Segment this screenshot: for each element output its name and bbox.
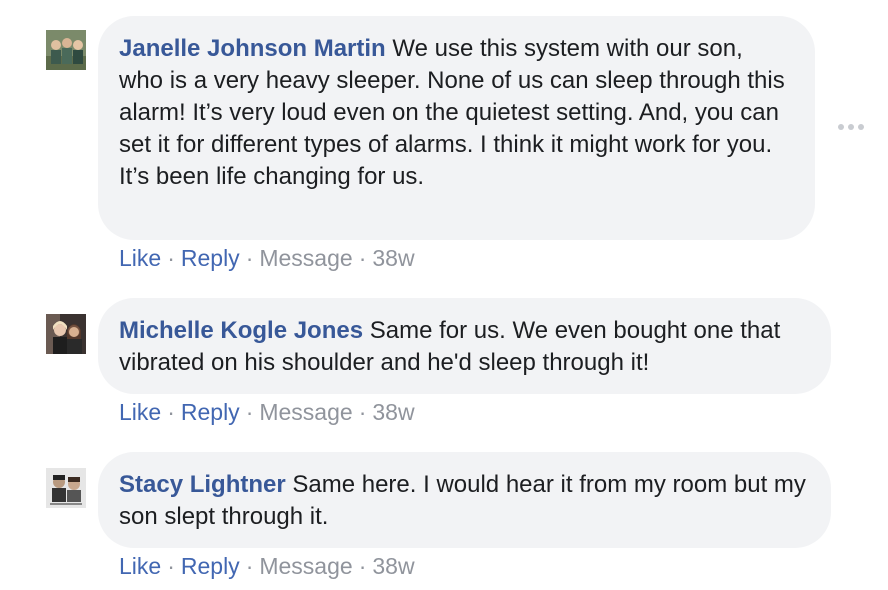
comment-actions: Like · Reply · Message · 38w [119, 552, 415, 580]
message-link[interactable]: Message [259, 245, 352, 271]
timestamp[interactable]: 38w [372, 553, 414, 579]
reply-link[interactable]: Reply [181, 553, 240, 579]
comment-bubble: Stacy Lightner Same here. I would hear i… [98, 452, 831, 548]
avatar-michelle[interactable] [46, 314, 86, 354]
comment-author[interactable]: Stacy Lightner [119, 471, 286, 498]
message-link[interactable]: Message [259, 553, 352, 579]
separator: · [167, 399, 175, 425]
timestamp[interactable]: 38w [372, 245, 414, 271]
comment-bubble: Janelle Johnson Martin We use this syste… [98, 16, 815, 240]
comment-author[interactable]: Michelle Kogle Jones [119, 317, 363, 344]
separator: · [245, 245, 254, 271]
more-options-icon[interactable] [838, 120, 864, 134]
like-link[interactable]: Like [119, 553, 161, 579]
comment-bubble: Michelle Kogle Jones Same for us. We eve… [98, 298, 831, 394]
like-link[interactable]: Like [119, 399, 161, 425]
separator: · [167, 553, 175, 579]
separator: · [358, 399, 367, 425]
separator: · [245, 399, 254, 425]
separator: · [358, 245, 367, 271]
avatar-stacy[interactable] [46, 468, 86, 508]
timestamp[interactable]: 38w [372, 399, 414, 425]
message-link[interactable]: Message [259, 399, 352, 425]
comment-actions: Like · Reply · Message · 38w [119, 398, 415, 426]
separator: · [245, 553, 254, 579]
separator: · [167, 245, 175, 271]
comment-author[interactable]: Janelle Johnson Martin [119, 35, 386, 62]
avatar-janelle[interactable] [46, 30, 86, 70]
reply-link[interactable]: Reply [181, 245, 240, 271]
separator: · [358, 553, 367, 579]
comment-actions: Like · Reply · Message · 38w [119, 244, 415, 272]
like-link[interactable]: Like [119, 245, 161, 271]
reply-link[interactable]: Reply [181, 399, 240, 425]
